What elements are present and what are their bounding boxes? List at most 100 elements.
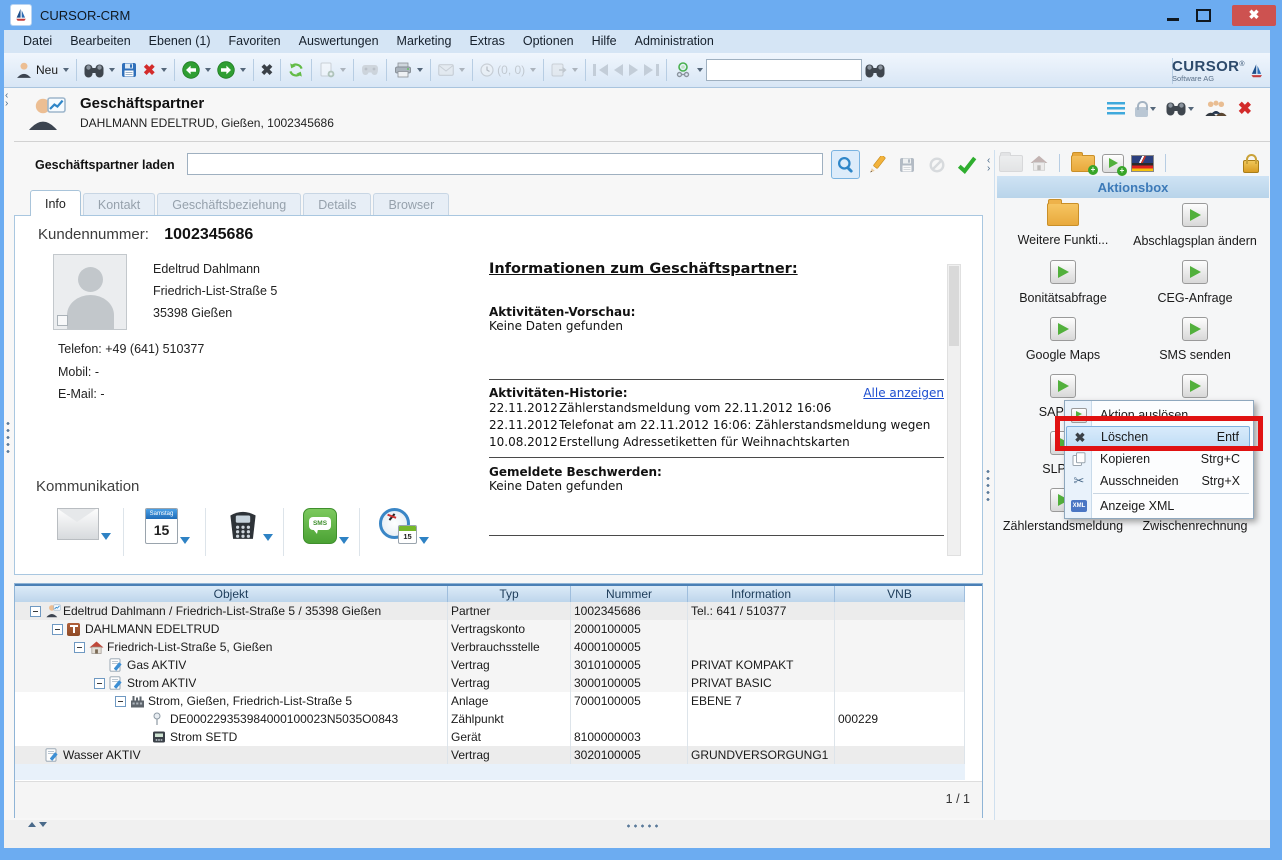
left-splitter[interactable]: [6, 420, 10, 454]
cancel-edit-button[interactable]: [923, 151, 950, 178]
sidebar-splitter[interactable]: [986, 468, 990, 502]
load-search-button[interactable]: [831, 150, 860, 179]
tree-expander[interactable]: [115, 696, 126, 707]
export-button[interactable]: [548, 56, 581, 84]
people-icon[interactable]: [1204, 100, 1228, 117]
table-row-strom-vertrag[interactable]: Strom AKTIV Vertrag 3000100005 PRIVAT BA…: [15, 674, 965, 692]
column-header-information[interactable]: Information: [688, 586, 835, 602]
action-weitere-funktionen[interactable]: Weitere Funkti...: [997, 203, 1129, 247]
panel-collapse-handle[interactable]: ‹›: [5, 92, 8, 108]
phone-channel-button[interactable]: [225, 508, 273, 541]
maximize-button[interactable]: [1188, 4, 1218, 26]
history-row[interactable]: 22.11.2012 Zählerstandsmeldung vom 22.11…: [489, 400, 944, 417]
quick-search-input[interactable]: [706, 59, 862, 81]
table-row-partner[interactable]: Edeltrud Dahlmann / Friedrich-List-Straß…: [15, 602, 965, 620]
quick-search-go-button[interactable]: [862, 56, 888, 84]
person-search-button[interactable]: [671, 56, 706, 84]
minimize-button[interactable]: [1158, 4, 1188, 26]
action-abschlagsplan-aendern[interactable]: Abschlagsplan ändern: [1129, 203, 1261, 248]
column-header-nummer[interactable]: Nummer: [571, 586, 688, 602]
contact-photo[interactable]: [53, 254, 127, 330]
alle-anzeigen-link[interactable]: Alle anzeigen: [863, 386, 944, 400]
tree-expander[interactable]: [94, 678, 105, 689]
action-sms-senden[interactable]: SMS senden: [1129, 317, 1261, 362]
list-menu-icon[interactable]: [1107, 102, 1125, 115]
menu-optionen[interactable]: Optionen: [514, 30, 583, 53]
new-document-button[interactable]: [316, 56, 349, 84]
language-flag-icon[interactable]: [1131, 155, 1154, 172]
table-row-gas-vertrag[interactable]: Gas AKTIV Vertrag 3010100005 PRIVAT KOMP…: [15, 656, 965, 674]
menu-hilfe[interactable]: Hilfe: [583, 30, 626, 53]
lock-button[interactable]: [1135, 100, 1156, 117]
close-record-icon[interactable]: [1238, 100, 1252, 117]
sms-channel-button[interactable]: SMS: [303, 508, 349, 544]
record-search-button[interactable]: [1166, 101, 1194, 116]
edit-button[interactable]: [863, 151, 890, 178]
tree-expander[interactable]: [30, 606, 41, 617]
column-header-vnb[interactable]: VNB: [835, 586, 965, 602]
reminder-channel-button[interactable]: 15: [379, 508, 429, 544]
nav-first-button[interactable]: [590, 56, 611, 84]
tab-info[interactable]: Info: [30, 190, 81, 216]
print-button[interactable]: [391, 56, 426, 84]
refresh-button[interactable]: [285, 56, 307, 84]
close-button[interactable]: [1232, 5, 1276, 26]
menu-marketing[interactable]: Marketing: [388, 30, 461, 53]
history-row[interactable]: 10.08.2012 Erstellung Adressetiketten fü…: [489, 434, 944, 451]
table-row-anlage[interactable]: Strom, Gießen, Friedrich-List-Straße 5 A…: [15, 692, 965, 710]
action-google-maps[interactable]: Google Maps: [997, 317, 1129, 362]
tree-expander[interactable]: [52, 624, 63, 635]
column-header-typ[interactable]: Typ: [448, 586, 571, 602]
menu-item-ausschneiden[interactable]: Ausschneiden Strg+X: [1066, 470, 1250, 492]
add-folder-button[interactable]: [1071, 155, 1095, 172]
table-row-zaehlpunkt[interactable]: DE000229353984000100023N5035O0843 Zählpu…: [15, 710, 965, 728]
menu-extras[interactable]: Extras: [460, 30, 513, 53]
menu-item-kopieren[interactable]: Kopieren Strg+C: [1066, 448, 1250, 470]
confirm-button[interactable]: [953, 151, 980, 178]
action-ceg-anfrage[interactable]: CEG-Anfrage: [1129, 260, 1261, 305]
new-button[interactable]: Neu: [12, 56, 72, 84]
table-row-wasser-vertrag[interactable]: Wasser AKTIV Vertrag 3020100005 GRUNDVER…: [15, 746, 965, 764]
table-row-geraet[interactable]: Strom SETD Gerät 8100000003: [15, 728, 965, 746]
tab-details[interactable]: Details: [303, 193, 371, 216]
save-button[interactable]: [118, 56, 140, 84]
menu-administration[interactable]: Administration: [626, 30, 723, 53]
bottom-splitter[interactable]: [625, 824, 659, 828]
add-action-button[interactable]: [1102, 154, 1124, 173]
search-button[interactable]: [81, 56, 118, 84]
mail-button[interactable]: [435, 56, 468, 84]
back-button[interactable]: [179, 56, 214, 84]
menu-bearbeiten[interactable]: Bearbeiten: [61, 30, 139, 53]
menu-auswertungen[interactable]: Auswertungen: [290, 30, 388, 53]
gamepad-button[interactable]: [358, 56, 382, 84]
loader-input[interactable]: [187, 153, 823, 175]
panel-resize-handle[interactable]: [28, 822, 47, 827]
table-row-vertragskonto[interactable]: DAHLMANN EDELTRUD Vertragskonto 20001000…: [15, 620, 965, 638]
folder-restore-icon[interactable]: [999, 155, 1023, 172]
tab-kontakt[interactable]: Kontakt: [83, 193, 155, 216]
calendar-channel-button[interactable]: Samstag 15: [145, 508, 190, 544]
nav-last-button[interactable]: [641, 56, 662, 84]
cancel-button[interactable]: [258, 56, 277, 84]
history-row[interactable]: 22.11.2012 Telefonat am 22.11.2012 16:06…: [489, 417, 944, 434]
timer-button[interactable]: (0, 0): [477, 56, 539, 84]
forward-button[interactable]: [214, 56, 249, 84]
delete-button[interactable]: [140, 56, 170, 84]
loader-collapse-handle[interactable]: ‹›: [987, 157, 990, 173]
table-row-verbrauchsstelle[interactable]: Friedrich-List-Straße 5, Gießen Verbrauc…: [15, 638, 965, 656]
menu-item-anzeige-xml[interactable]: XML Anzeige XML: [1066, 495, 1250, 517]
column-header-objekt[interactable]: Objekt: [15, 586, 448, 602]
tree-expander[interactable]: [74, 642, 85, 653]
email-channel-button[interactable]: [57, 508, 111, 540]
infobox-scrollbar[interactable]: [947, 264, 961, 556]
save-record-button[interactable]: [893, 151, 920, 178]
padlock-icon[interactable]: [1243, 160, 1259, 173]
nav-prev-button[interactable]: [611, 56, 626, 84]
nav-next-button[interactable]: [626, 56, 641, 84]
home-button-icon[interactable]: [1030, 155, 1048, 171]
menu-favoriten[interactable]: Favoriten: [220, 30, 290, 53]
menu-datei[interactable]: Datei: [14, 30, 61, 53]
menu-ebenen[interactable]: Ebenen (1): [140, 30, 220, 53]
tab-geschaeftsbeziehung[interactable]: Geschäftsbeziehung: [157, 193, 301, 216]
action-bonitaetsabfrage[interactable]: Bonitätsabfrage: [997, 260, 1129, 305]
